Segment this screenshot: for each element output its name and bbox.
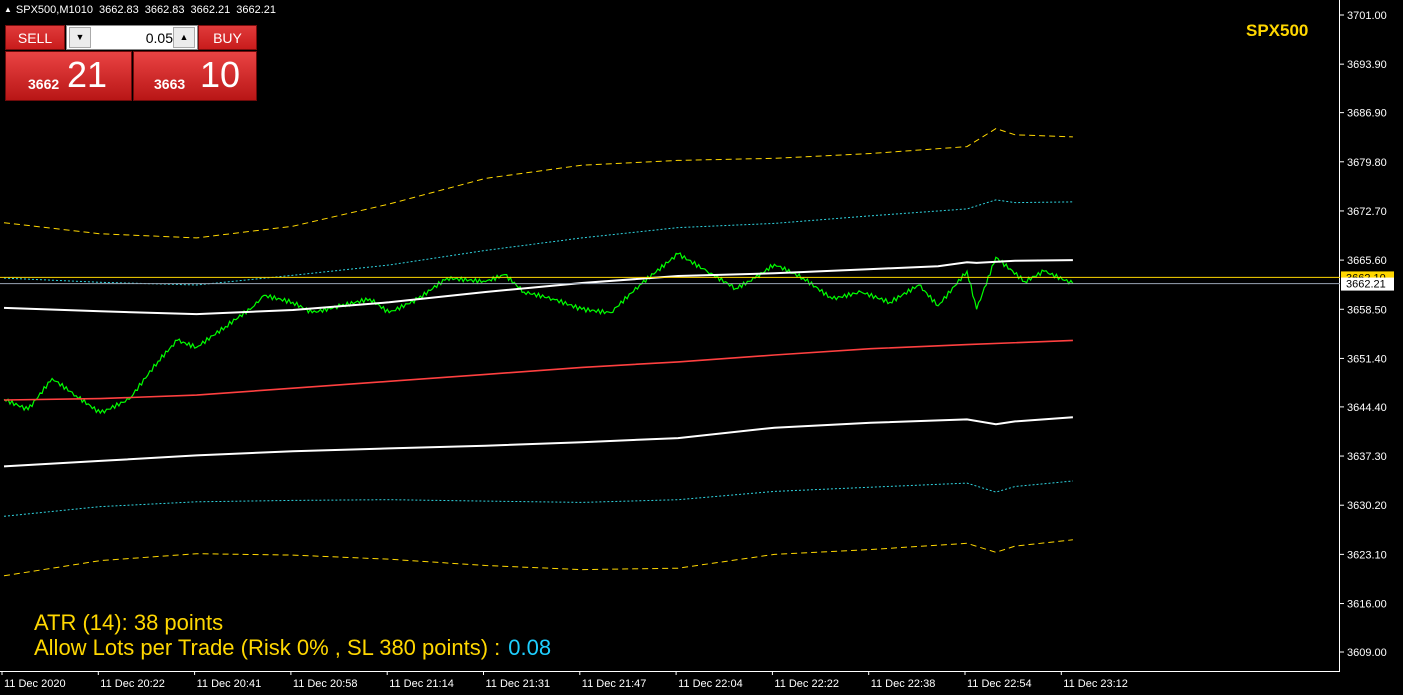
risk-info-panel: ATR (14): 38 points Allow Lots per Trade… bbox=[34, 610, 551, 660]
y-tick-label: 3644.40 bbox=[1347, 402, 1387, 414]
y-tick-label: 3609.00 bbox=[1347, 647, 1387, 659]
bid-price-label: 3662.21 bbox=[1346, 279, 1386, 291]
symbol-timeframe: SPX500,M1010 bbox=[15, 4, 93, 16]
x-tick-label: 11 Dec 22:22 bbox=[774, 678, 839, 690]
buy-button[interactable]: BUY bbox=[198, 25, 257, 50]
chevron-up-icon: ▲ bbox=[179, 32, 189, 42]
ohlc-low: 3662.21 bbox=[190, 4, 231, 16]
y-tick-label: 3679.80 bbox=[1347, 157, 1387, 169]
sell-price-fraction: 21 bbox=[67, 54, 108, 95]
y-tick-label: 3665.60 bbox=[1347, 255, 1387, 267]
x-tick-label: 11 Dec 21:14 bbox=[389, 678, 454, 690]
ohlc-open: 3662.83 bbox=[98, 4, 139, 16]
price-chart[interactable]: 3701.00 3693.90 3686.90 3679.80 3672.70 3665.… bbox=[0, 0, 1403, 695]
y-tick-label: 3693.90 bbox=[1347, 59, 1387, 71]
lot-size-stepper: ▼ ▲ bbox=[66, 25, 198, 50]
sell-button[interactable]: SELL bbox=[5, 25, 65, 50]
x-tick-label: 11 Dec 21:47 bbox=[582, 678, 647, 690]
y-tick-label: 3623.10 bbox=[1347, 549, 1387, 561]
y-tick-label: 3616.00 bbox=[1347, 599, 1387, 611]
symbol-header: ▲ SPX500,M1010 3662.83 3662.83 3662.21 3662.2… bbox=[4, 4, 282, 16]
buy-price-fraction: 10 bbox=[200, 54, 241, 95]
y-tick-label: 3630.20 bbox=[1347, 500, 1387, 512]
sell-price-main: 3662 bbox=[28, 76, 60, 92]
buy-price-button[interactable]: 3663 10 bbox=[133, 51, 257, 101]
y-tick-label: 3686.90 bbox=[1347, 108, 1387, 120]
symbol-label: SPX500 bbox=[1246, 21, 1309, 40]
one-click-trade-panel: SELL ▼ ▲ BUY 3662 21 3663 10 bbox=[5, 25, 257, 101]
x-tick-label: 11 Dec 23:12 bbox=[1063, 678, 1128, 690]
triangle-up-icon: ▲ bbox=[4, 5, 12, 14]
y-tick-label: 3701.00 bbox=[1347, 10, 1387, 22]
lots-text: Allow Lots per Trade (Risk 0% , SL 380 p… bbox=[34, 635, 501, 660]
atr-text: ATR (14): 38 points bbox=[34, 610, 224, 635]
buy-price-main: 3663 bbox=[154, 76, 186, 92]
y-tick-label: 3637.30 bbox=[1347, 451, 1387, 463]
x-tick-label: 11 Dec 22:38 bbox=[871, 678, 936, 690]
lot-increase-button[interactable]: ▲ bbox=[173, 27, 195, 48]
ohlc-close: 3662.21 bbox=[236, 4, 277, 16]
chevron-down-icon: ▼ bbox=[75, 32, 85, 42]
lots-line: Allow Lots per Trade (Risk 0% , SL 380 p… bbox=[34, 635, 551, 660]
x-tick-label: 11 Dec 2020 bbox=[4, 678, 66, 690]
y-tick-label: 3672.70 bbox=[1347, 206, 1387, 218]
lot-size-input[interactable] bbox=[93, 27, 175, 48]
x-tick-label: 11 Dec 20:22 bbox=[100, 678, 165, 690]
x-tick-label: 11 Dec 21:31 bbox=[486, 678, 551, 690]
x-tick-label: 11 Dec 20:58 bbox=[293, 678, 358, 690]
sell-price-button[interactable]: 3662 21 bbox=[5, 51, 132, 101]
lot-decrease-button[interactable]: ▼ bbox=[69, 27, 91, 48]
price-markers: 3662.103662.21 bbox=[1341, 271, 1394, 291]
y-tick-label: 3651.40 bbox=[1347, 353, 1387, 365]
x-tick-label: 11 Dec 22:54 bbox=[967, 678, 1032, 690]
x-tick-label: 11 Dec 20:41 bbox=[197, 678, 262, 690]
lots-value: 0.08 bbox=[508, 635, 552, 660]
x-tick-label: 11 Dec 22:04 bbox=[678, 678, 743, 690]
ohlc-high: 3662.83 bbox=[144, 4, 185, 16]
y-tick-label: 3658.50 bbox=[1347, 304, 1387, 316]
